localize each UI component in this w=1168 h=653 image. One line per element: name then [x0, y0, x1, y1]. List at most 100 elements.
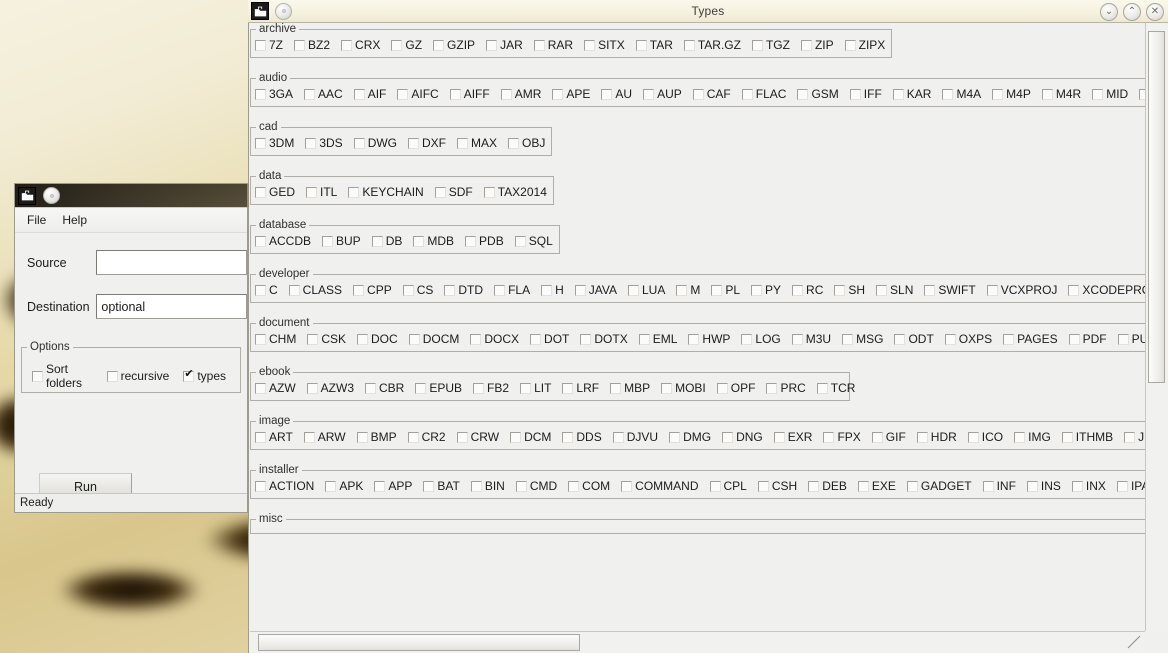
checkbox-dotx[interactable]: DOTX	[580, 332, 627, 346]
checkbox-sort-folders[interactable]: Sort folders	[32, 362, 93, 390]
checkbox-java[interactable]: JAVA	[575, 283, 617, 297]
checkbox-tax2014[interactable]: TAX2014	[484, 185, 547, 199]
checkbox-gzip[interactable]: GZIP	[433, 38, 475, 52]
checkbox-lrf[interactable]: LRF	[562, 381, 599, 395]
checkbox-oxps[interactable]: OXPS	[945, 332, 992, 346]
checkbox-crw[interactable]: CRW	[457, 430, 499, 444]
checkbox-cbr[interactable]: CBR	[365, 381, 404, 395]
checkbox-csh[interactable]: CSH	[758, 479, 797, 493]
horizontal-scrollbar-thumb[interactable]	[258, 634, 580, 651]
checkbox-exe[interactable]: EXE	[858, 479, 896, 493]
checkbox-flac[interactable]: FLAC	[742, 87, 787, 101]
checkbox-itl[interactable]: ITL	[306, 185, 337, 199]
checkbox-pub[interactable]: PUB	[1118, 332, 1145, 346]
checkbox-dcm[interactable]: DCM	[510, 430, 551, 444]
checkbox-py[interactable]: PY	[751, 283, 781, 297]
checkbox-rar[interactable]: RAR	[534, 38, 573, 52]
checkbox-h[interactable]: H	[541, 283, 564, 297]
checkbox-mobi[interactable]: MOBI	[661, 381, 706, 395]
checkbox-rc[interactable]: RC	[792, 283, 823, 297]
checkbox-tgz[interactable]: TGZ	[752, 38, 790, 52]
checkbox-3ds[interactable]: 3DS	[305, 136, 342, 150]
checkbox-max[interactable]: MAX	[457, 136, 497, 150]
checkbox-kar[interactable]: KAR	[893, 87, 932, 101]
checkbox-ins[interactable]: INS	[1027, 479, 1061, 493]
checkbox-m[interactable]: M	[676, 283, 700, 297]
checkbox-command[interactable]: COMMAND	[621, 479, 698, 493]
checkbox-dng[interactable]: DNG	[722, 430, 763, 444]
checkbox-dwg[interactable]: DWG	[354, 136, 397, 150]
checkbox-ape[interactable]: APE	[552, 87, 590, 101]
checkbox-gsm[interactable]: GSM	[797, 87, 838, 101]
checkbox-lua[interactable]: LUA	[628, 283, 665, 297]
checkbox-gz[interactable]: GZ	[391, 38, 422, 52]
checkbox-dds[interactable]: DDS	[562, 430, 601, 444]
checkbox-deb[interactable]: DEB	[808, 479, 847, 493]
checkbox-class[interactable]: CLASS	[289, 283, 342, 297]
checkbox-3dm[interactable]: 3DM	[255, 136, 294, 150]
checkbox-zip[interactable]: ZIP	[801, 38, 834, 52]
checkbox-m4p[interactable]: M4P	[992, 87, 1031, 101]
checkbox-msg[interactable]: MSG	[842, 332, 883, 346]
checkbox-pdb[interactable]: PDB	[465, 234, 504, 248]
checkbox-arw[interactable]: ARW	[304, 430, 346, 444]
checkbox-swift[interactable]: SWIFT	[924, 283, 975, 297]
vertical-scrollbar-thumb[interactable]	[1148, 31, 1165, 383]
vertical-scrollbar[interactable]	[1145, 23, 1167, 631]
checkbox-dot[interactable]: DOT	[530, 332, 569, 346]
checkbox-gif[interactable]: GIF	[872, 430, 906, 444]
close-button[interactable]: ✕	[1146, 3, 1164, 21]
checkbox-accdb[interactable]: ACCDB	[255, 234, 311, 248]
checkbox-cpp[interactable]: CPP	[353, 283, 392, 297]
checkbox-7z[interactable]: 7Z	[255, 38, 283, 52]
checkbox-opf[interactable]: OPF	[717, 381, 756, 395]
checkbox-eml[interactable]: EML	[639, 332, 678, 346]
checkbox-types[interactable]: types	[183, 369, 226, 383]
checkbox-hwp[interactable]: HWP	[688, 332, 730, 346]
checkbox-tcr[interactable]: TCR	[817, 381, 856, 395]
checkbox-sh[interactable]: SH	[834, 283, 865, 297]
checkbox-dtd[interactable]: DTD	[444, 283, 483, 297]
checkbox-pdf[interactable]: PDF	[1069, 332, 1107, 346]
checkbox-epub[interactable]: EPUB	[415, 381, 462, 395]
checkbox-log[interactable]: LOG	[741, 332, 780, 346]
checkbox-aup[interactable]: AUP	[643, 87, 682, 101]
destination-input[interactable]: optional	[96, 294, 247, 319]
minimize-button[interactable]: ⌄	[1100, 3, 1118, 21]
checkbox-img[interactable]: IMG	[1014, 430, 1051, 444]
checkbox-iff[interactable]: IFF	[850, 87, 882, 101]
source-input[interactable]	[96, 250, 247, 275]
checkbox-au[interactable]: AU	[601, 87, 632, 101]
maximize-button[interactable]: ⌃	[1123, 3, 1141, 21]
checkbox-3ga[interactable]: 3GA	[255, 87, 293, 101]
disc-button-icon[interactable]	[43, 187, 60, 204]
checkbox-docx[interactable]: DOCX	[470, 332, 519, 346]
checkbox-keychain[interactable]: KEYCHAIN	[348, 185, 423, 199]
checkbox-exr[interactable]: EXR	[774, 430, 813, 444]
checkbox-chm[interactable]: CHM	[255, 332, 296, 346]
checkbox-obj[interactable]: OBJ	[508, 136, 545, 150]
checkbox-aifc[interactable]: AIFC	[397, 87, 438, 101]
checkbox-caf[interactable]: CAF	[693, 87, 731, 101]
checkbox-dxf[interactable]: DXF	[408, 136, 446, 150]
checkbox-pl[interactable]: PL	[711, 283, 740, 297]
checkbox-fla[interactable]: FLA	[494, 283, 530, 297]
checkbox-cpl[interactable]: CPL	[710, 479, 747, 493]
checkbox-csk[interactable]: CSK	[307, 332, 346, 346]
checkbox-m4r[interactable]: M4R	[1042, 87, 1081, 101]
checkbox-sql[interactable]: SQL	[515, 234, 553, 248]
checkbox-m4a[interactable]: M4A	[942, 87, 981, 101]
checkbox-prc[interactable]: PRC	[766, 381, 805, 395]
checkbox-sitx[interactable]: SITX	[584, 38, 625, 52]
checkbox-tar[interactable]: TAR	[636, 38, 673, 52]
checkbox-inf[interactable]: INF	[983, 479, 1016, 493]
horizontal-scrollbar[interactable]	[250, 631, 1145, 653]
checkbox-aiff[interactable]: AIFF	[450, 87, 490, 101]
checkbox-c[interactable]: C	[255, 283, 278, 297]
sorter-titlebar[interactable]	[15, 184, 247, 207]
checkbox-bin[interactable]: BIN	[471, 479, 505, 493]
checkbox-lit[interactable]: LIT	[520, 381, 551, 395]
checkbox-jp2[interactable]: JP2	[1124, 430, 1145, 444]
checkbox-cmd[interactable]: CMD	[516, 479, 557, 493]
checkbox-apk[interactable]: APK	[325, 479, 363, 493]
